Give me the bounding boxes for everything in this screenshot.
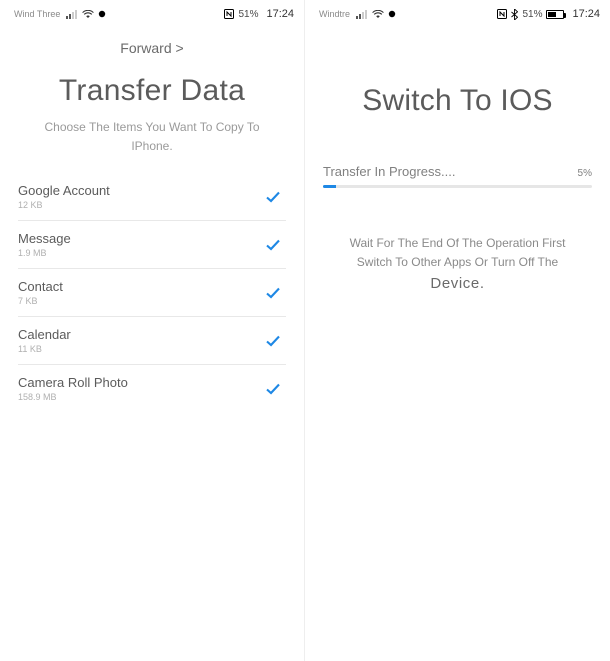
list-item-size: 11 KB (18, 344, 71, 354)
wait-message-line2: Switch To Other Apps Or Turn Off The (357, 255, 558, 269)
list-item-size: 1.9 MB (18, 248, 71, 258)
clock-label: 17:24 (266, 8, 294, 20)
list-item-label: Camera Roll Photo (18, 375, 128, 390)
statusbar-right: Windtre 51% 17:24 (305, 0, 610, 28)
battery-percent-label: 51% (522, 9, 542, 20)
list-item-label: Message (18, 231, 71, 246)
check-icon (264, 284, 282, 302)
notification-dot-icon (98, 10, 106, 18)
wait-message-line1: Wait For The End Of The Operation First (350, 236, 566, 250)
phone-screen-right: Windtre 51% 17:24 Switch To I (305, 0, 610, 661)
battery-icon (546, 10, 564, 19)
statusbar-right-group: 51% 17:24 (224, 8, 294, 20)
list-item-message[interactable]: Message 1.9 MB (18, 221, 286, 269)
statusbar-left-group: Wind Three (14, 9, 106, 19)
statusbar-right-group: 51% 17:24 (497, 8, 600, 20)
wifi-icon (82, 10, 94, 19)
battery-percent-label: 51% (238, 9, 258, 20)
list-item-label: Calendar (18, 327, 71, 342)
page-title: Switch To IOS (305, 28, 610, 164)
list-item-size: 158.9 MB (18, 392, 128, 402)
list-item-label: Contact (18, 279, 63, 294)
list-item-text: Contact 7 KB (18, 279, 63, 306)
list-item-label: Google Account (18, 183, 110, 198)
clock-label: 17:24 (572, 8, 600, 20)
statusbar-left-group: Windtre (319, 9, 396, 19)
list-item-google-account[interactable]: Google Account 12 KB (18, 173, 286, 221)
progress-status-label: Transfer In Progress.... (323, 164, 455, 179)
notification-dot-icon (388, 10, 396, 18)
carrier-label: Windtre (319, 9, 350, 19)
carrier-label: Wind Three (14, 9, 60, 19)
progress-percent-label: 5% (578, 168, 592, 179)
list-item-text: Google Account 12 KB (18, 183, 110, 210)
bluetooth-icon (511, 9, 518, 20)
wait-message-device: Device. (430, 275, 484, 292)
progress-labels: Transfer In Progress.... 5% (323, 164, 592, 179)
wait-message: Wait For The End Of The Operation First … (305, 188, 610, 296)
signal-icon (356, 10, 368, 19)
forward-label: Forward > (120, 40, 183, 56)
signal-icon (66, 10, 78, 19)
list-item-contact[interactable]: Contact 7 KB (18, 269, 286, 317)
forward-link[interactable]: Forward > (0, 28, 304, 74)
nfc-icon (224, 9, 234, 19)
progress-section: Transfer In Progress.... 5% (305, 164, 610, 188)
check-icon (264, 188, 282, 206)
check-icon (264, 236, 282, 254)
list-item-size: 7 KB (18, 296, 63, 306)
list-item-text: Calendar 11 KB (18, 327, 71, 354)
battery-fill (548, 12, 556, 17)
page-subtitle: Choose The Items You Want To Copy To IPh… (0, 118, 304, 173)
list-item-text: Message 1.9 MB (18, 231, 71, 258)
list-item-size: 12 KB (18, 200, 110, 210)
transfer-item-list: Google Account 12 KB Message 1.9 MB Cont… (0, 173, 304, 412)
statusbar-left: Wind Three 51% 17:24 (0, 0, 304, 28)
nfc-icon (497, 9, 507, 19)
list-item-camera-roll[interactable]: Camera Roll Photo 158.9 MB (18, 365, 286, 412)
phone-screen-left: Wind Three 51% 17:24 Forward > Transfer … (0, 0, 305, 661)
list-item-calendar[interactable]: Calendar 11 KB (18, 317, 286, 365)
page-title: Transfer Data (0, 74, 304, 118)
check-icon (264, 380, 282, 398)
wifi-icon (372, 10, 384, 19)
check-icon (264, 332, 282, 350)
list-item-text: Camera Roll Photo 158.9 MB (18, 375, 128, 402)
